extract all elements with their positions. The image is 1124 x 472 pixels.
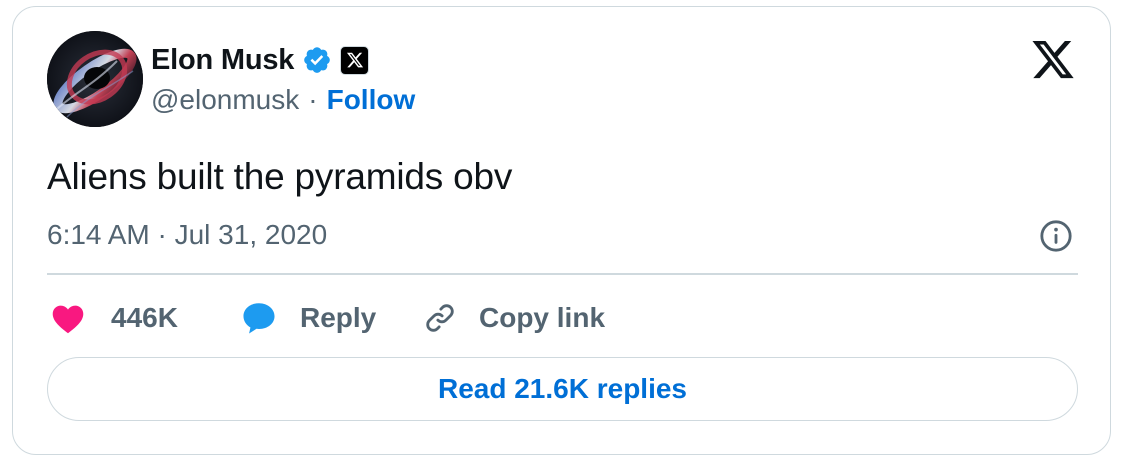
separator-dot: · — [308, 84, 318, 115]
reply-label: Reply — [300, 302, 377, 333]
follow-button[interactable]: Follow — [327, 84, 416, 116]
black-hole-avatar-icon — [47, 31, 143, 127]
reply-bubble-icon — [243, 303, 275, 334]
affiliation-badge — [340, 45, 370, 75]
x-logo-badge-icon — [346, 52, 363, 68]
x-logo-icon[interactable] — [1030, 40, 1076, 82]
copy-link-button[interactable]: Copy link — [423, 298, 605, 338]
tweet-timestamp[interactable]: 6:14 AM · Jul 31, 2020 — [47, 219, 327, 251]
like-count: 446K — [111, 302, 178, 333]
read-replies-label: Read 21.6K replies — [437, 373, 688, 404]
info-icon[interactable] — [1039, 219, 1073, 253]
handle-row: @elonmusk · Follow — [151, 82, 415, 118]
read-replies-button[interactable]: Read 21.6K replies — [47, 357, 1078, 421]
avatar[interactable] — [47, 31, 143, 127]
author-handle[interactable]: @elonmusk — [151, 84, 299, 116]
like-button[interactable]: 446K — [50, 298, 178, 338]
copy-link-label: Copy link — [479, 302, 606, 333]
divider — [47, 273, 1078, 275]
author-name[interactable]: Elon Musk — [151, 44, 294, 77]
link-icon — [426, 304, 454, 332]
tweet-text: Aliens built the pyramids obv — [47, 156, 513, 197]
verified-badge-icon — [304, 47, 331, 73]
author-row: Elon Musk — [151, 40, 370, 80]
reply-button[interactable]: Reply — [241, 298, 376, 338]
heart-icon — [52, 305, 84, 334]
